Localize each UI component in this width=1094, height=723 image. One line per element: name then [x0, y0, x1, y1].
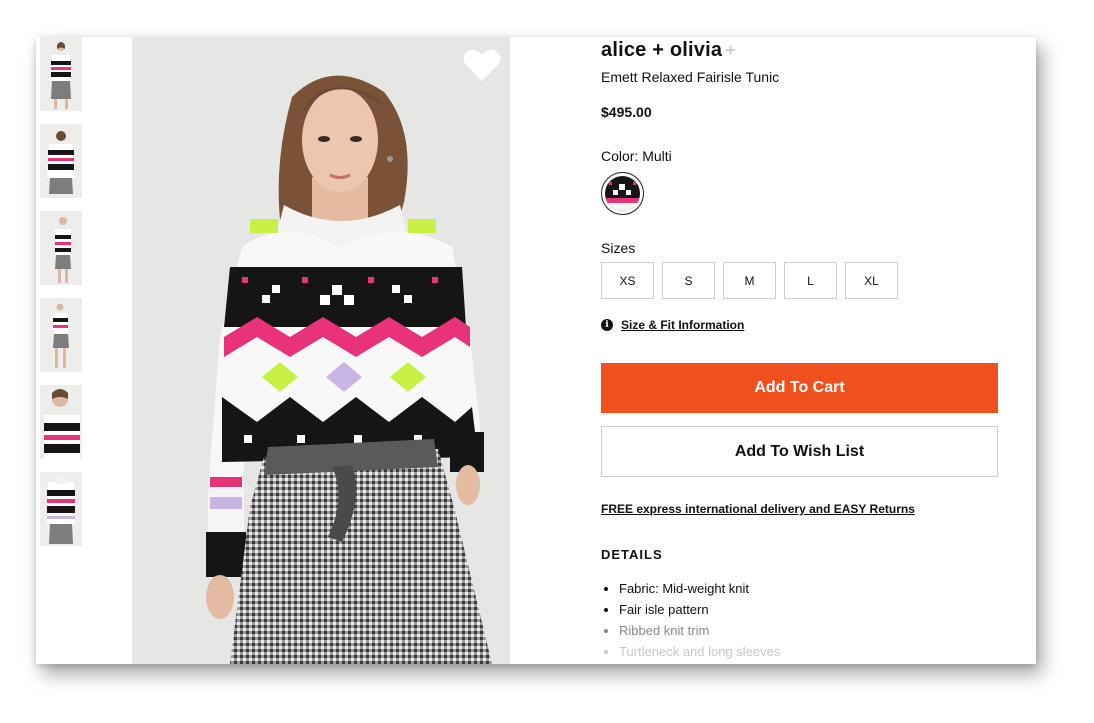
details-item: Fabric: Mid-weight knit [601, 578, 780, 599]
thumbnail-2[interactable] [40, 124, 82, 198]
thumbnail-1[interactable] [40, 37, 82, 111]
heart-icon [463, 49, 501, 81]
main-product-image[interactable] [132, 37, 510, 664]
color-label: Color: Multi [601, 148, 672, 164]
add-to-wishlist-button[interactable]: Add To Wish List [601, 426, 998, 477]
details-item: Fair isle pattern [601, 599, 780, 620]
product-name: Emett Relaxed Fairisle Tunic [601, 69, 780, 85]
color-swatch-multi[interactable] [601, 172, 644, 215]
details-item: Turtleneck and long sleeves [601, 641, 780, 662]
thumbnail-5[interactable] [40, 385, 82, 459]
thumbnail-3[interactable] [40, 211, 82, 285]
thumbnail-6[interactable] [40, 472, 82, 546]
details-item: Ribbed knit trim [601, 620, 780, 641]
thumbnail-strip [40, 37, 82, 559]
size-option-xs[interactable]: XS [601, 262, 654, 299]
size-fit-link[interactable]: Size & Fit Information [621, 318, 744, 332]
size-option-l[interactable]: L [784, 262, 837, 299]
product-price: $495.00 [601, 104, 652, 120]
sizes-label: Sizes [601, 240, 636, 256]
size-fit-row: i Size & Fit Information [601, 318, 744, 332]
size-option-m[interactable]: M [723, 262, 776, 299]
thumbnail-4[interactable] [40, 298, 82, 372]
size-option-xl[interactable]: XL [845, 262, 898, 299]
size-option-s[interactable]: S [662, 262, 715, 299]
delivery-returns-link[interactable]: FREE express international delivery and … [601, 502, 915, 516]
brand-row: alice + olivia + [601, 39, 736, 63]
favorite-heart-button[interactable] [462, 47, 502, 83]
product-card: alice + olivia + Emett Relaxed Fairisle … [36, 37, 1036, 664]
size-options: XS S M L XL [601, 262, 906, 299]
details-heading: DETAILS [601, 547, 663, 562]
brand-name[interactable]: alice + olivia [601, 39, 722, 62]
add-to-cart-button[interactable]: Add To Cart [601, 363, 998, 413]
details-list: Fabric: Mid-weight knit Fair isle patter… [601, 578, 780, 662]
info-icon: i [601, 319, 613, 331]
swatch-pattern [605, 176, 640, 211]
follow-brand-plus-icon[interactable]: + [725, 40, 736, 61]
